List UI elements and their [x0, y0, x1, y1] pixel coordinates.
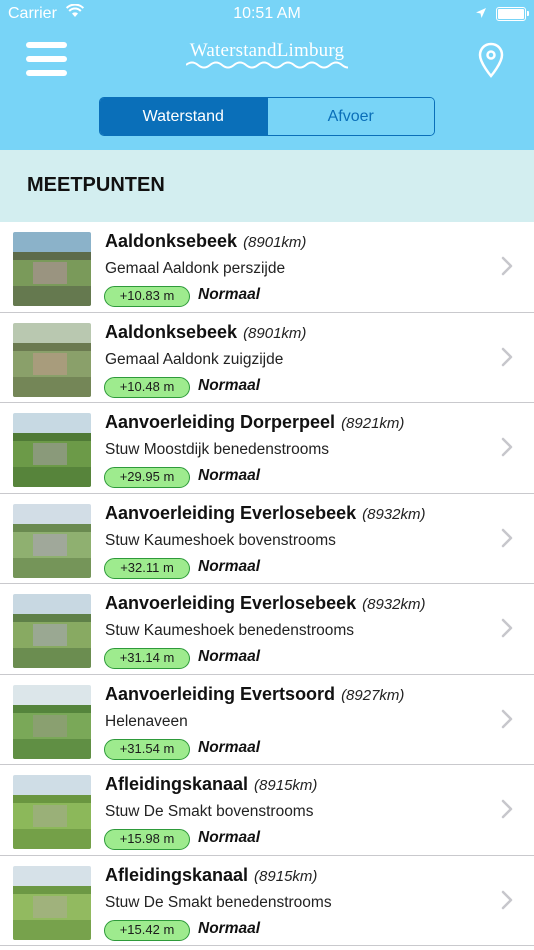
list-item[interactable]: Aanvoerleiding Everlosebeek (8932km) Stuw… — [0, 584, 534, 675]
water-level-badge: +10.83 m — [104, 286, 190, 307]
tab-afvoer[interactable]: Afvoer — [266, 98, 434, 135]
chevron-right-icon — [501, 618, 513, 638]
location-photo — [13, 594, 91, 668]
status-label: Normaal — [198, 919, 261, 937]
wave-icon — [186, 61, 348, 69]
menu-line — [26, 56, 67, 62]
status-time: 10:51 AM — [233, 5, 301, 22]
waterway-name: Afleidingskanaal — [105, 864, 249, 885]
water-level-badge: +10.48 m — [104, 376, 190, 398]
menu-button[interactable] — [26, 42, 67, 76]
chevron-right-icon — [501, 528, 513, 547]
chevron-right-icon — [501, 799, 513, 819]
photo-image — [13, 413, 91, 487]
list-item[interactable]: Afleidingskanaal (8915km) Stuw De Smakt b… — [0, 765, 534, 856]
list-item[interactable]: Aanvoerleiding Dorperpeel (8921km) Stuw M… — [0, 403, 534, 494]
photo-image — [13, 503, 91, 578]
chevron-right-icon — [501, 709, 513, 728]
status-label: Normaal — [198, 648, 261, 665]
list-item[interactable]: Aaldonksebeek (8901km) Gemaal Aaldonk zui… — [0, 313, 534, 403]
photo-image — [13, 594, 91, 668]
location-photo — [13, 413, 91, 487]
view-segmented-control: Waterstand Afvoer — [99, 97, 435, 136]
water-level-badge: +15.42 m — [104, 919, 190, 941]
waterway-km: (8915km) — [254, 777, 318, 794]
waterway-name: Afleidingskanaal — [105, 774, 249, 794]
waterway-km: (8901km) — [243, 234, 307, 251]
waterway-name: Aaldonksebeek — [105, 231, 238, 251]
status-label: Normaal — [198, 286, 261, 303]
water-level-badge: +31.14 m — [104, 648, 190, 669]
row-title: Afleidingskanaal (8915km) — [105, 865, 317, 886]
section-title: MEETPUNTEN — [27, 174, 165, 196]
measurement-location: Stuw Kaumeshoek bovenstrooms — [105, 531, 336, 549]
photo-image — [13, 775, 91, 849]
waterway-name: Aanvoerleiding Evertsoord — [105, 683, 336, 704]
status-label: Normaal — [198, 376, 261, 394]
location-photo — [13, 684, 91, 759]
photo-image — [13, 865, 91, 940]
status-bar: Carrier 10:51 AM — [0, 0, 534, 30]
chevron-right-icon — [501, 347, 513, 366]
menu-line — [26, 70, 67, 76]
row-title: Aanvoerleiding Everlosebeek (8932km) — [105, 593, 425, 614]
list-item[interactable]: Aanvoerleiding Evertsoord (8927km) Helena… — [0, 675, 534, 765]
photo-image — [13, 684, 91, 759]
battery-icon — [496, 7, 529, 21]
waterway-km: (8921km) — [341, 415, 405, 432]
waterway-km: (8915km) — [254, 867, 318, 885]
chevron-right-icon — [501, 256, 513, 276]
measurement-list: Aaldonksebeek (8901km) Gemaal Aaldonk per… — [0, 222, 534, 950]
status-label: Normaal — [198, 738, 261, 756]
app-logo: WaterstandLimburg — [182, 40, 352, 72]
location-arrow-icon — [476, 8, 486, 18]
waterway-name: Aanvoerleiding Dorperpeel — [105, 412, 336, 432]
measurement-location: Helenaveen — [105, 712, 188, 730]
photo-image — [13, 322, 91, 397]
location-pin-icon[interactable] — [478, 42, 504, 78]
measurement-location: Gemaal Aaldonk zuigzijde — [105, 350, 284, 368]
measurement-location: Stuw Moostdijk benedenstrooms — [105, 441, 330, 458]
list-item[interactable]: Afleidingskanaal (8915km) Stuw De Smakt b… — [0, 856, 534, 946]
row-title: Aaldonksebeek (8901km) — [105, 322, 306, 343]
waterway-km: (8901km) — [243, 324, 307, 342]
list-item[interactable]: Aaldonksebeek (8901km) Gemaal Aaldonk per… — [0, 222, 534, 313]
section-header: MEETPUNTEN — [0, 150, 534, 222]
measurement-location: Stuw De Smakt benedenstrooms — [105, 893, 332, 911]
row-title: Aanvoerleiding Everlosebeek (8932km) — [105, 503, 425, 524]
row-title: Aaldonksebeek (8901km) — [105, 231, 306, 252]
chevron-right-icon — [501, 890, 513, 909]
waterway-km: (8932km) — [362, 596, 426, 613]
tab-waterstand[interactable]: Waterstand — [100, 98, 267, 135]
top-bar: Carrier 10:51 AM WaterstandLimburg Water… — [0, 0, 534, 150]
status-label: Normaal — [198, 829, 261, 846]
list-item[interactable]: Aanvoerleiding Everlosebeek (8932km) Stuw… — [0, 494, 534, 584]
measurement-location: Gemaal Aaldonk perszijde — [105, 260, 286, 277]
water-level-badge: +32.11 m — [104, 557, 190, 579]
row-title: Afleidingskanaal (8915km) — [105, 774, 317, 795]
row-title: Aanvoerleiding Dorperpeel (8921km) — [105, 412, 404, 433]
hamburger-menu-icon — [26, 42, 67, 48]
status-label: Normaal — [198, 467, 261, 484]
waterway-name: Aanvoerleiding Everlosebeek — [105, 502, 357, 523]
location-photo — [13, 232, 91, 306]
location-photo — [13, 503, 91, 578]
waterway-name: Aanvoerleiding Everlosebeek — [105, 593, 357, 613]
photo-image — [13, 232, 91, 306]
status-label: Normaal — [198, 557, 261, 575]
waterway-km: (8932km) — [362, 505, 426, 523]
water-level-badge: +31.54 m — [104, 738, 190, 760]
location-photo — [13, 865, 91, 940]
measurement-location: Stuw Kaumeshoek benedenstrooms — [105, 622, 355, 639]
waterway-name: Aaldonksebeek — [105, 321, 238, 342]
chevron-right-icon — [501, 437, 513, 457]
water-level-badge: +15.98 m — [104, 829, 190, 850]
logo-text: WaterstandLimburg — [189, 40, 345, 61]
water-level-badge: +29.95 m — [104, 467, 190, 488]
location-photo — [13, 775, 91, 849]
location-photo — [13, 322, 91, 397]
measurement-location: Stuw De Smakt bovenstrooms — [105, 803, 314, 820]
row-title: Aanvoerleiding Evertsoord (8927km) — [105, 684, 404, 705]
waterway-km: (8927km) — [341, 686, 405, 704]
